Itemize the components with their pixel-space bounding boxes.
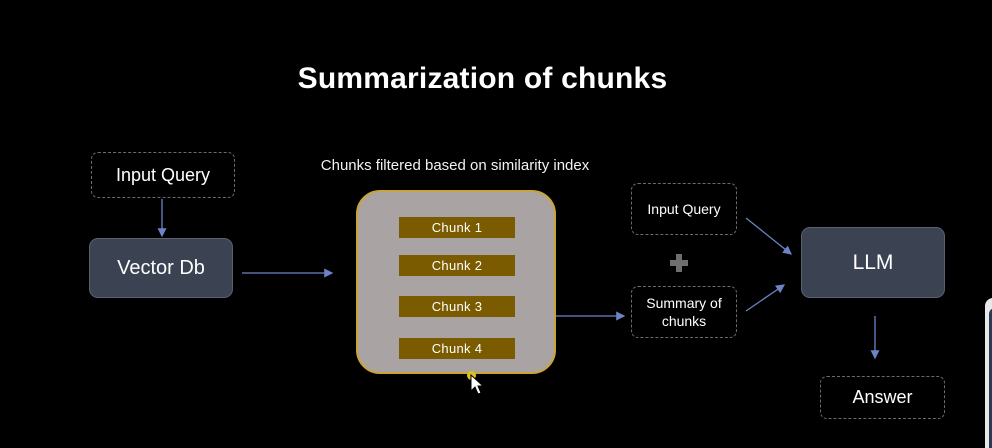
slide-canvas: Summarization of chunks Input Query Vect… <box>0 0 992 448</box>
arrow-summary-to-llm <box>745 284 786 312</box>
mouse-cursor-icon <box>470 374 485 395</box>
connector-arrows <box>157 199 880 360</box>
presenter-video-thumbnail <box>985 298 992 448</box>
arrow-query-to-llm <box>745 217 793 255</box>
